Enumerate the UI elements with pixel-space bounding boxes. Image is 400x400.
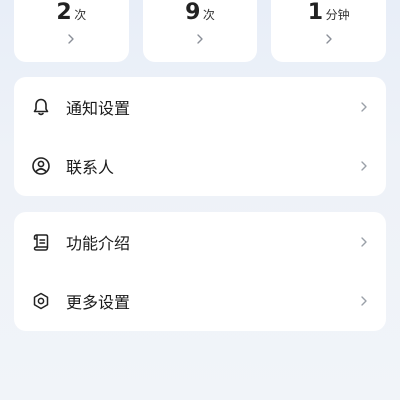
menu-item-notification-settings[interactable]: 通知设置: [14, 77, 386, 137]
menu-item-label: 联系人: [66, 158, 115, 178]
chevron-right-icon: [68, 34, 75, 44]
stat-unit: 分钟: [325, 8, 350, 22]
stat-number: 2: [56, 0, 73, 25]
page: 2 次 9 次 1 分钟 通知设置 联系人 功能介绍 更多设置: [0, 0, 400, 400]
stat-card-2[interactable]: 9 次: [142, 0, 258, 62]
menu-item-feature-intro[interactable]: 功能介绍: [14, 212, 386, 272]
stats-row: 2 次 9 次 1 分钟: [14, 0, 387, 62]
stat-value-1: 2 次: [56, 0, 86, 25]
scroll-icon: [30, 231, 52, 253]
chevron-right-icon: [361, 161, 367, 171]
menu-item-label: 功能介绍: [66, 233, 131, 253]
stat-card-1[interactable]: 2 次: [14, 0, 129, 62]
bell-icon: [30, 96, 52, 118]
chevron-right-icon: [361, 296, 367, 306]
stat-number: 9: [185, 0, 201, 25]
stat-unit: 次: [74, 8, 87, 22]
menu-card-1: 通知设置 联系人: [14, 77, 386, 196]
menu-card-2: 功能介绍 更多设置: [14, 212, 386, 331]
stat-value-3: 1 分钟: [308, 0, 350, 25]
stat-card-3[interactable]: 1 分钟: [271, 0, 387, 62]
chevron-right-icon: [361, 102, 367, 112]
stat-value-2: 9 次: [185, 0, 215, 25]
stat-unit: 次: [202, 8, 215, 22]
stat-number: 1: [307, 0, 324, 25]
menu-item-label: 更多设置: [66, 293, 131, 313]
chevron-right-icon: [197, 34, 203, 44]
user-icon: [30, 155, 52, 177]
settings-hex-icon: [30, 290, 52, 312]
chevron-right-icon: [361, 237, 367, 247]
menu-item-more-settings[interactable]: 更多设置: [14, 272, 386, 332]
chevron-right-icon: [325, 34, 332, 44]
menu-item-contacts[interactable]: 联系人: [14, 137, 386, 197]
menu-item-label: 通知设置: [66, 98, 131, 118]
